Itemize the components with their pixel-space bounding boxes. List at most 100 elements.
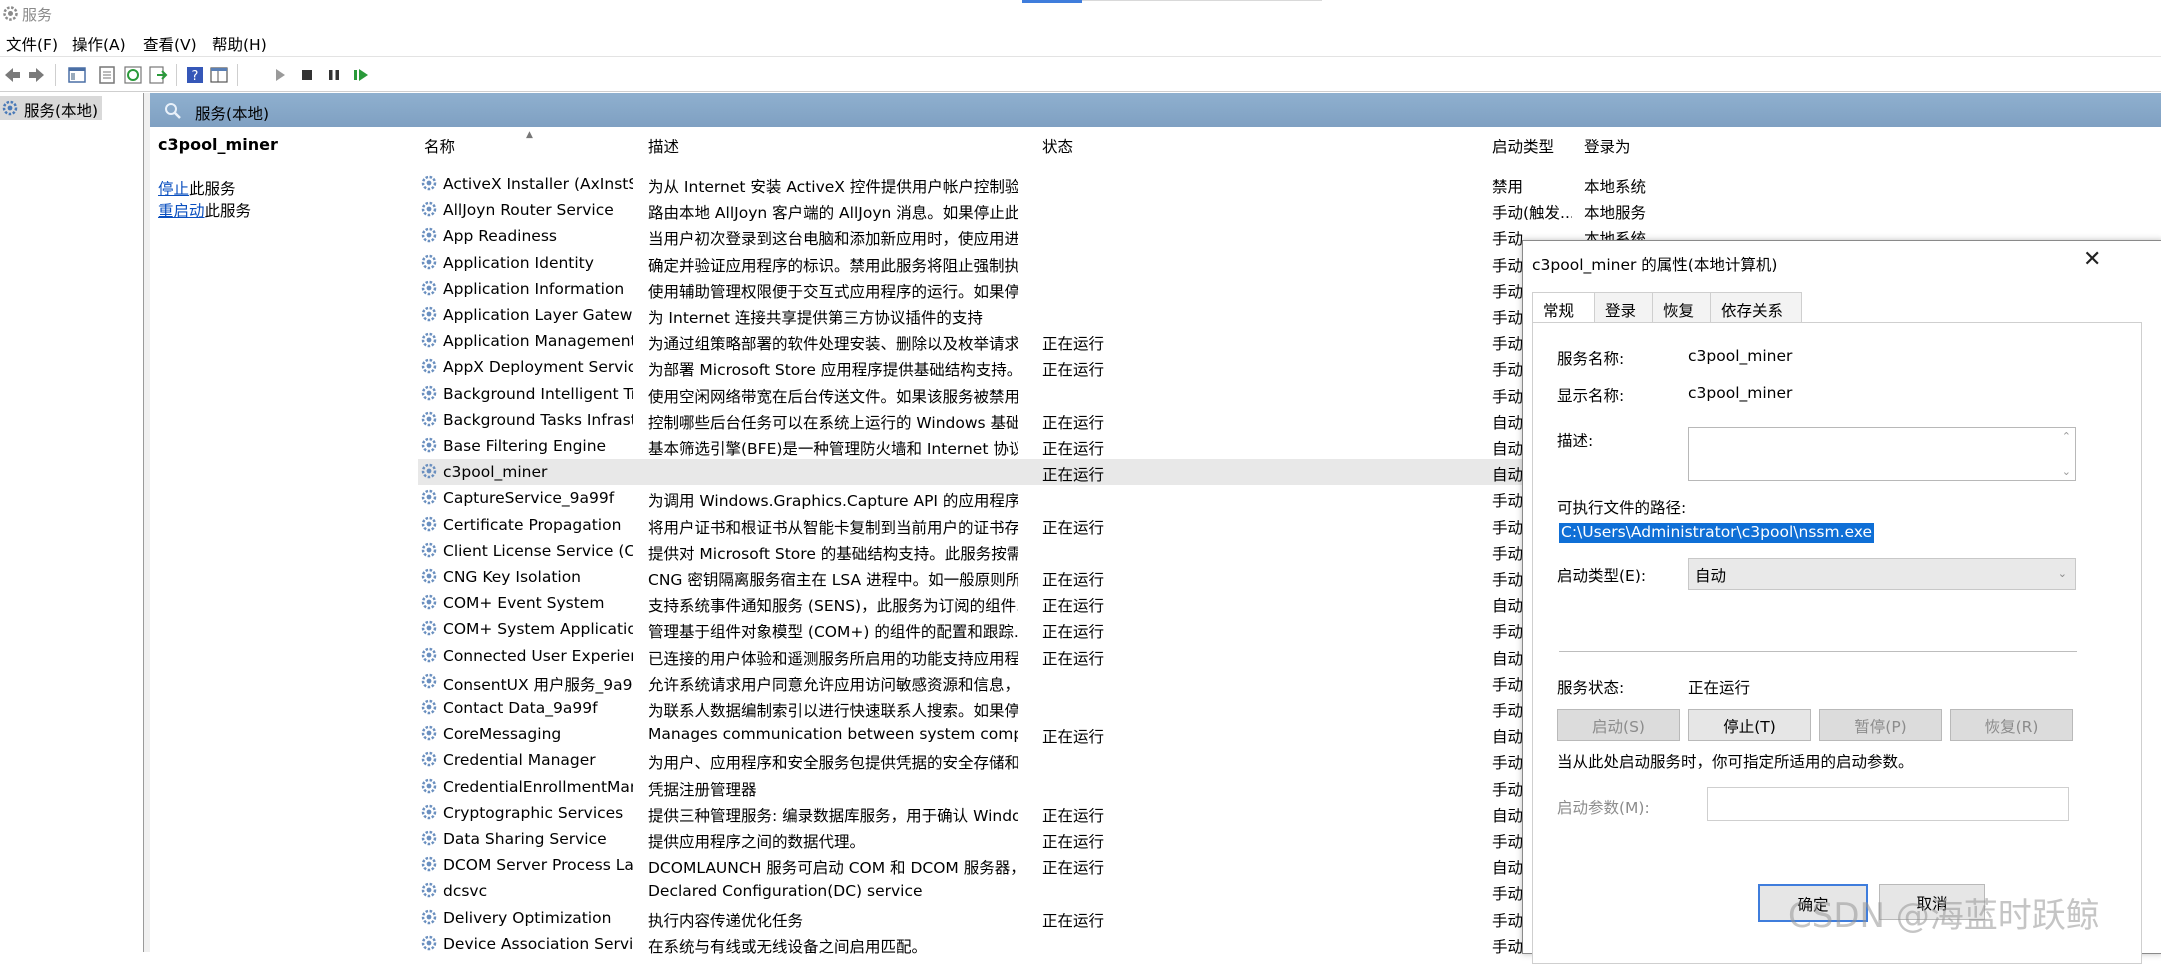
service-gear-icon: [420, 934, 438, 956]
service-row[interactable]: Base Filtering Engine 基本筛选引擎(BFE)是一种管理防火墙…: [418, 433, 1658, 459]
stop-service-link[interactable]: 停止: [158, 180, 189, 198]
service-name-cell: DCOM Server Process Lau...: [443, 856, 633, 875]
service-row[interactable]: Application Layer Gateway ... 为 Internet …: [418, 302, 1658, 328]
start-button[interactable]: 启动(S): [1557, 709, 1680, 741]
service-row[interactable]: CaptureService_9a99f 为调用 Windows.Graphics…: [418, 485, 1658, 511]
service-row[interactable]: Application Identity 确定并验证应用程序的标识。禁用此服务将阻…: [418, 250, 1658, 276]
service-row[interactable]: dcsvcDeclared Configuration(DC) service手…: [418, 878, 1658, 904]
service-row[interactable]: Cryptographic Services 提供三种管理服务: 编录数据库服务，…: [418, 800, 1658, 826]
service-row[interactable]: Contact Data_9a99f 为联系人数据编制索引以进行快速联系人搜索。如…: [418, 695, 1658, 721]
button-label: 停止(T): [1723, 718, 1776, 736]
restart-service-link[interactable]: 重启动: [158, 202, 205, 220]
tab-dependencies[interactable]: 依存关系: [1710, 292, 1802, 323]
service-name-cell: Cryptographic Services: [443, 803, 624, 822]
console-tree-icon[interactable]: [67, 65, 87, 85]
service-name-cell: Delivery Optimization: [443, 908, 612, 927]
dialog-divider: [1559, 651, 2077, 652]
service-gear-icon: [420, 384, 438, 406]
startup-type-label: 启动类型(E):: [1557, 567, 1647, 585]
service-row[interactable]: CNG Key Isolation CNG 密钥隔离服务宿主在 LSA 进程中。如…: [418, 564, 1658, 590]
tab-general[interactable]: 常规: [1532, 292, 1596, 324]
service-row[interactable]: COM+ Event System 支持系统事件通知服务 (SENS)，此服务为订…: [418, 590, 1658, 616]
service-row[interactable]: Application Information 使用辅助管理权限便于交互式应用程序…: [418, 276, 1658, 302]
service-row[interactable]: Connected User Experienc... 已连接的用户体验和遥测服务…: [418, 643, 1658, 669]
column-header-description[interactable]: 描述: [648, 135, 679, 157]
service-row[interactable]: Application Management 为通过组策略部署的软件处理安装、删除…: [418, 328, 1658, 354]
tree-splitter[interactable]: [143, 93, 150, 952]
startup-type-select[interactable]: 自动 ⌄: [1688, 558, 2076, 590]
tree-item-services-local[interactable]: 服务(本地): [0, 96, 102, 120]
service-row[interactable]: ConsentUX 用户服务_9a99f 允许系统请求用户同意允许应用访问敏感资源…: [418, 669, 1658, 695]
scroll-down-icon[interactable]: ⌄: [2062, 465, 2071, 478]
column-header-name[interactable]: 名称: [424, 135, 455, 157]
back-arrow-icon[interactable]: [2, 65, 22, 85]
service-description-cell: DCOMLAUNCH 服务可启动 COM 和 DCOM 服务器，...: [648, 859, 1018, 878]
scroll-up-icon[interactable]: ⌃: [2062, 430, 2071, 443]
service-name-value: c3pool_miner: [1688, 347, 1793, 365]
service-gear-icon: [420, 541, 438, 563]
menu-help[interactable]: 帮助(H): [212, 33, 267, 55]
column-header-status[interactable]: 状态: [1042, 135, 1073, 157]
executable-path-value[interactable]: C:\Users\Administrator\c3pool\nssm.exe: [1559, 523, 1874, 543]
menu-action[interactable]: 操作(A): [72, 33, 126, 55]
service-gear-icon: [420, 200, 438, 222]
service-row[interactable]: CredentialEnrollmentMana...凭据注册管理器手动本地系统: [418, 774, 1658, 800]
description-textarea[interactable]: ⌃ ⌄: [1688, 427, 2076, 481]
service-gear-icon: [420, 698, 438, 720]
service-gear-icon: [420, 515, 438, 537]
tab-logon[interactable]: 登录: [1594, 292, 1654, 323]
service-description-cell: 凭据注册管理器: [648, 780, 757, 799]
service-row[interactable]: Background Intelligent Tra... 使用空闲网络带宽在后台…: [418, 381, 1658, 407]
services-gear-icon: [2, 5, 19, 22]
column-header-startup-type[interactable]: 启动类型: [1492, 135, 1554, 157]
start-param-input[interactable]: [1707, 787, 2069, 821]
service-description-cell: 为部署 Microsoft Store 应用程序提供基础结构支持。...: [648, 361, 1018, 380]
refresh-icon[interactable]: [123, 65, 143, 85]
export-list-icon[interactable]: [148, 65, 168, 85]
forward-arrow-icon[interactable]: [27, 65, 47, 85]
service-row[interactable]: CoreMessaging Manages communication betwe…: [418, 721, 1658, 747]
service-row[interactable]: COM+ System Application 管理基于组件对象模型 (COM+)…: [418, 616, 1658, 642]
service-row[interactable]: Background Tasks Infrastru... 控制哪些后台任务可以在…: [418, 407, 1658, 433]
show-hide-pane-icon[interactable]: [209, 65, 229, 85]
stop-button[interactable]: 停止(T): [1688, 709, 1811, 741]
service-description-cell: 执行内容传递优化任务: [648, 911, 804, 930]
column-header-logon-as[interactable]: 登录为: [1584, 135, 1631, 157]
service-gear-icon: [420, 331, 438, 353]
pause-button[interactable]: 暂停(P): [1819, 709, 1942, 741]
description-label: 描述:: [1557, 432, 1594, 450]
service-name-cell: CredentialEnrollmentMana...: [443, 777, 633, 796]
service-row[interactable]: ActiveX Installer (AxInstSV) 为从 Internet …: [418, 171, 1658, 197]
service-row[interactable]: AllJoyn Router Service 路由本地 AllJoyn 客户端的 …: [418, 197, 1658, 223]
service-row[interactable]: Client License Service (Clip... 提供对 Micro…: [418, 538, 1658, 564]
service-startup-cell: 手动(触发...: [1492, 204, 1572, 223]
start-service-icon[interactable]: [270, 65, 290, 85]
menu-file[interactable]: 文件(F): [6, 33, 58, 55]
start-param-hint: 当从此处启动服务时，你可指定所适用的启动参数。: [1557, 753, 1914, 771]
service-row[interactable]: Data Sharing Service提供应用程序之间的数据代理。正在运行手动…: [418, 826, 1658, 852]
pause-service-icon[interactable]: [324, 65, 344, 85]
action-suffix: 此服务: [204, 202, 252, 220]
service-row[interactable]: Certificate Propagation 将用户证书和根证书从智能卡复制到当…: [418, 512, 1658, 538]
service-row[interactable]: Device Association Service 在系统与有线或无线设备之间启…: [418, 931, 1658, 957]
stop-service-icon[interactable]: [297, 65, 317, 85]
properties-sheet-icon[interactable]: [97, 65, 117, 85]
help-icon[interactable]: ?: [185, 65, 205, 85]
service-row[interactable]: AppX Deployment Service ... 为部署 Microsoft…: [418, 354, 1658, 380]
service-logon-cell: 本地系统: [1584, 178, 1647, 196]
service-row[interactable]: App Readiness 当用户初次登录到这台电脑和添加新应用时，使应用进...…: [418, 223, 1658, 249]
menu-view[interactable]: 查看(V): [143, 33, 197, 55]
service-description-cell: 在系统与有线或无线设备之间启用匹配。: [648, 937, 928, 956]
service-gear-icon: [420, 226, 438, 248]
close-icon[interactable]: ✕: [2083, 247, 2101, 272]
service-description-cell: 为用户、应用程序和安全服务包提供凭据的安全存储和...: [648, 754, 1018, 773]
service-gear-icon: [420, 646, 438, 668]
service-row[interactable]: Delivery Optimization执行内容传递优化任务正在运行手动(触发…: [418, 905, 1658, 931]
restart-service-icon[interactable]: [351, 65, 371, 85]
tab-recovery[interactable]: 恢复: [1652, 292, 1712, 323]
resume-button[interactable]: 恢复(R): [1950, 709, 2073, 741]
toolbar-separator: [55, 64, 56, 86]
service-row[interactable]: Credential Manager 为用户、应用程序和安全服务包提供凭据的安全存…: [418, 747, 1658, 773]
service-row[interactable]: DCOM Server Process Lau... DCOMLAUNCH 服务可…: [418, 852, 1658, 878]
service-row[interactable]: c3pool_miner正在运行自动本地系统: [418, 459, 1658, 486]
